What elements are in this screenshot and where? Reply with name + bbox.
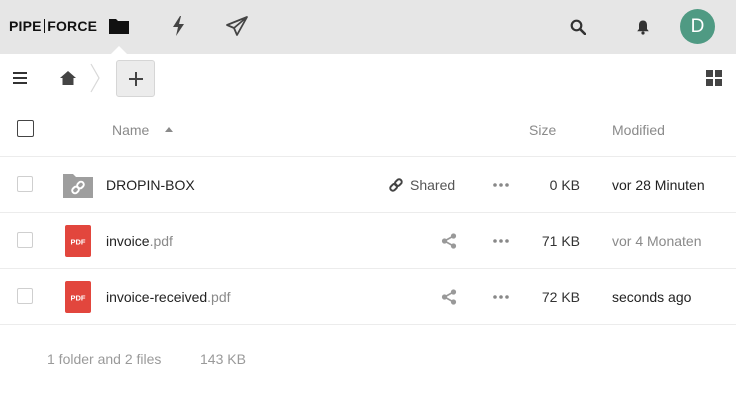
column-header-modified[interactable]: Modified bbox=[612, 122, 665, 138]
breadcrumb-separator-icon bbox=[90, 63, 100, 93]
navigation-toggle-button[interactable] bbox=[8, 66, 32, 90]
row-checkbox[interactable] bbox=[17, 232, 33, 248]
shared-status-button[interactable]: Shared bbox=[388, 177, 455, 193]
row-checkbox[interactable] bbox=[17, 176, 33, 192]
app-files-button[interactable] bbox=[106, 13, 132, 39]
share-button[interactable] bbox=[440, 232, 458, 250]
file-count-summary: 1 folder and 2 files bbox=[47, 351, 162, 367]
pdf-icon-label: PDF bbox=[71, 294, 86, 303]
table-row[interactable]: PDF invoice.pdf 71 KB vor 4 Monaten bbox=[0, 213, 736, 269]
logo-divider bbox=[43, 19, 46, 33]
more-horizontal-icon bbox=[493, 183, 509, 187]
plus-icon bbox=[128, 71, 143, 86]
hamburger-menu-icon bbox=[13, 72, 27, 84]
folder-icon bbox=[109, 19, 129, 34]
shared-folder-icon bbox=[63, 174, 93, 198]
bell-icon bbox=[637, 20, 649, 35]
sort-ascending-icon[interactable] bbox=[165, 127, 173, 132]
share-icon bbox=[441, 233, 457, 249]
app-send-button[interactable] bbox=[224, 13, 250, 39]
home-icon bbox=[60, 71, 76, 85]
active-app-indicator bbox=[111, 46, 127, 54]
file-table-header: Name Size Modified bbox=[0, 102, 736, 157]
file-extension: .pdf bbox=[149, 233, 173, 249]
pdf-icon-label: PDF bbox=[71, 238, 86, 247]
logo-text-right: FORCE bbox=[47, 18, 98, 34]
share-button[interactable] bbox=[440, 288, 458, 306]
column-header-size[interactable]: Size bbox=[529, 122, 556, 138]
file-basename: invoice bbox=[106, 233, 150, 249]
file-name[interactable]: invoice.pdf bbox=[106, 233, 173, 249]
top-header: PIPE FORCE D bbox=[0, 0, 736, 54]
paper-plane-icon bbox=[226, 16, 248, 36]
column-header-name[interactable]: Name bbox=[112, 122, 149, 138]
grid-view-icon bbox=[706, 70, 722, 86]
breadcrumb-home[interactable] bbox=[56, 66, 80, 90]
select-all-checkbox[interactable] bbox=[17, 120, 34, 137]
grid-view-toggle[interactable] bbox=[704, 68, 724, 88]
link-icon bbox=[389, 178, 403, 192]
file-modified: seconds ago bbox=[612, 289, 692, 305]
table-row[interactable]: DROPIN-BOX Shared 0 KB vor 28 Minuten bbox=[0, 157, 736, 213]
app-flows-button[interactable] bbox=[165, 13, 191, 39]
pdf-icon: PDF bbox=[65, 225, 91, 257]
file-basename: invoice-received bbox=[106, 289, 208, 305]
notifications-button[interactable] bbox=[632, 16, 654, 38]
share-icon bbox=[441, 289, 457, 305]
pdf-icon: PDF bbox=[65, 281, 91, 313]
file-size: 72 KB bbox=[541, 289, 580, 305]
shared-label: Shared bbox=[410, 177, 456, 193]
file-basename: DROPIN-BOX bbox=[106, 177, 195, 193]
file-modified: vor 4 Monaten bbox=[612, 233, 702, 249]
pipeforce-logo[interactable]: PIPE FORCE bbox=[9, 18, 97, 34]
file-modified: vor 28 Minuten bbox=[612, 177, 705, 193]
avatar-letter: D bbox=[690, 15, 705, 37]
total-size-summary: 143 KB bbox=[200, 351, 246, 367]
lightning-icon bbox=[173, 16, 184, 36]
more-horizontal-icon bbox=[493, 295, 509, 299]
search-icon bbox=[570, 19, 586, 35]
search-button[interactable] bbox=[567, 16, 589, 38]
file-size: 71 KB bbox=[541, 233, 580, 249]
file-extension: .pdf bbox=[207, 289, 231, 305]
logo-text-left: PIPE bbox=[9, 18, 42, 34]
row-checkbox[interactable] bbox=[17, 288, 33, 304]
add-new-button[interactable] bbox=[116, 60, 155, 97]
file-size: 0 KB bbox=[549, 177, 580, 193]
table-row[interactable]: PDF invoice-received.pdf 72 KB seconds a… bbox=[0, 269, 736, 325]
row-actions-button[interactable] bbox=[491, 232, 511, 250]
row-actions-button[interactable] bbox=[491, 288, 511, 306]
file-name[interactable]: invoice-received.pdf bbox=[106, 289, 231, 305]
user-avatar[interactable]: D bbox=[680, 9, 715, 44]
row-actions-button[interactable] bbox=[491, 176, 511, 194]
file-name[interactable]: DROPIN-BOX bbox=[106, 177, 195, 193]
more-horizontal-icon bbox=[493, 239, 509, 243]
controls-bar bbox=[0, 54, 736, 102]
